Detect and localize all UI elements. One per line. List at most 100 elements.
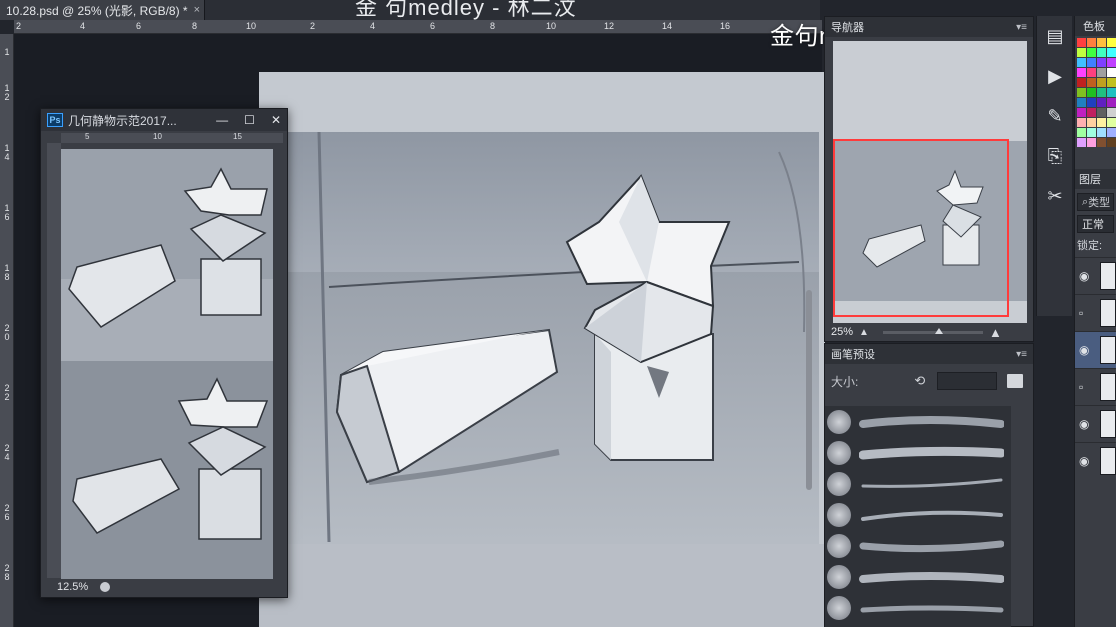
color-swatch[interactable] [1087, 58, 1096, 67]
color-swatch[interactable] [1077, 98, 1086, 107]
color-swatch[interactable] [1087, 88, 1096, 97]
layers-tab[interactable]: 图层 [1075, 169, 1116, 189]
color-swatch[interactable] [1097, 138, 1106, 147]
brush-preset-item[interactable] [825, 406, 1011, 437]
visibility-empty-icon[interactable]: ▫ [1079, 380, 1094, 394]
color-swatch[interactable] [1097, 118, 1106, 127]
layer-filter-input[interactable]: ⌕ 类型 [1077, 193, 1114, 211]
color-swatch[interactable] [1107, 78, 1116, 87]
color-swatch[interactable] [1087, 108, 1096, 117]
reference-window-titlebar[interactable]: Ps 几何静物示范2017... — ☐ ✕ [41, 109, 287, 131]
reset-icon[interactable]: ⟲ [914, 373, 925, 389]
color-swatch[interactable] [1107, 118, 1116, 127]
brush-preset-item[interactable] [825, 561, 1011, 592]
color-swatch[interactable] [1087, 138, 1096, 147]
color-swatch[interactable] [1077, 58, 1086, 67]
layer-row[interactable]: ◉ [1075, 405, 1116, 442]
visibility-empty-icon[interactable]: ▫ [1079, 306, 1094, 320]
color-swatch[interactable] [1107, 98, 1116, 107]
swatches-tab[interactable]: 色板 [1075, 16, 1116, 36]
blend-mode-select[interactable]: 正常 [1077, 215, 1114, 233]
canvas-scrollbar[interactable] [806, 290, 812, 490]
color-swatch[interactable] [1077, 128, 1086, 137]
layer-row[interactable]: ◉ [1075, 257, 1116, 294]
color-swatch[interactable] [1077, 68, 1086, 77]
color-swatch[interactable] [1097, 98, 1106, 107]
brush-tool-icon[interactable]: ✎ [1037, 96, 1073, 136]
color-swatch[interactable] [1107, 88, 1116, 97]
close-icon[interactable]: ✕ [271, 113, 281, 127]
color-swatch[interactable] [1087, 38, 1096, 47]
reference-document-window[interactable]: Ps 几何静物示范2017... — ☐ ✕ 5 10 15 12.5% [40, 108, 288, 598]
layer-row[interactable]: ◉ [1075, 442, 1116, 479]
color-swatch[interactable] [1107, 68, 1116, 77]
ruler-vertical[interactable]: 1 1 2 1 4 1 6 1 8 2 0 2 2 2 4 2 6 2 8 [0, 34, 14, 627]
color-swatch[interactable] [1097, 88, 1106, 97]
brush-preset-item[interactable] [825, 592, 1011, 623]
color-swatch[interactable] [1077, 48, 1086, 57]
zoom-out-icon[interactable]: ▲ [859, 327, 869, 338]
color-swatch[interactable] [1097, 58, 1106, 67]
brush-presets-tab[interactable]: 画笔预设 [831, 346, 875, 362]
reference-zoom-level[interactable]: 12.5% [57, 581, 88, 593]
color-swatch[interactable] [1107, 38, 1116, 47]
eye-icon[interactable]: ◉ [1079, 269, 1094, 283]
color-swatch[interactable] [1097, 128, 1106, 137]
reference-ruler-vertical[interactable] [47, 143, 61, 578]
color-swatch[interactable] [1087, 118, 1096, 127]
document-canvas[interactable] [259, 72, 825, 627]
color-swatch[interactable] [1077, 38, 1086, 47]
zoom-slider-knob[interactable] [934, 327, 943, 334]
layer-row-active[interactable]: ◉ [1075, 331, 1116, 368]
eye-icon[interactable]: ◉ [1079, 343, 1094, 357]
minimize-icon[interactable]: — [216, 113, 228, 127]
color-swatch[interactable] [1097, 68, 1106, 77]
color-swatch[interactable] [1097, 48, 1106, 57]
navigator-zoom-value[interactable]: 25% [831, 326, 853, 338]
color-swatch[interactable] [1107, 48, 1116, 57]
eye-icon[interactable]: ◉ [1079, 417, 1094, 431]
play-icon[interactable]: ▶ [1037, 56, 1073, 96]
layer-row[interactable]: ▫ [1075, 294, 1116, 331]
color-swatch[interactable] [1097, 108, 1106, 117]
swatch-grid[interactable] [1075, 36, 1116, 149]
color-swatch[interactable] [1087, 78, 1096, 87]
color-swatch[interactable] [1077, 138, 1086, 147]
color-swatch[interactable] [1107, 108, 1116, 117]
layer-row[interactable]: ▫ [1075, 368, 1116, 405]
navigator-view-frame[interactable] [833, 139, 1009, 317]
tools-icon[interactable]: ✂ [1037, 176, 1073, 216]
color-swatch[interactable] [1097, 38, 1106, 47]
reference-ruler-horizontal[interactable]: 5 10 15 [61, 132, 283, 143]
brush-presets-header[interactable]: 画笔预设 ▾≡ [825, 344, 1033, 364]
clone-icon[interactable]: ⎘ [1037, 136, 1073, 176]
brush-preset-item[interactable] [825, 499, 1011, 530]
brush-preset-item[interactable] [825, 468, 1011, 499]
color-swatch[interactable] [1077, 108, 1086, 117]
maximize-icon[interactable]: ☐ [244, 113, 255, 127]
color-swatch[interactable] [1087, 48, 1096, 57]
close-tab-icon[interactable]: × [194, 4, 200, 16]
color-swatch[interactable] [1077, 78, 1086, 87]
navigator-tab[interactable]: 导航器 [831, 19, 864, 35]
color-swatch[interactable] [1107, 138, 1116, 147]
eye-icon[interactable]: ◉ [1079, 454, 1094, 468]
brush-preset-list[interactable] [825, 406, 1011, 627]
color-swatch[interactable] [1077, 88, 1086, 97]
color-swatch[interactable] [1087, 68, 1096, 77]
color-swatch[interactable] [1087, 128, 1096, 137]
color-swatch[interactable] [1107, 128, 1116, 137]
status-info-icon[interactable] [100, 582, 111, 592]
zoom-in-icon[interactable]: ▲ [989, 325, 1002, 340]
history-icon[interactable]: ▤ [1037, 16, 1073, 56]
panel-menu-icon[interactable]: ▾≡ [1016, 22, 1027, 33]
color-swatch[interactable] [1097, 78, 1106, 87]
navigator-panel-header[interactable]: 导航器 ▾≡ [825, 17, 1033, 37]
color-swatch[interactable] [1087, 98, 1096, 107]
navigator-thumbnail[interactable] [833, 41, 1027, 323]
color-swatch[interactable] [1077, 118, 1086, 127]
color-swatch[interactable] [1107, 58, 1116, 67]
brush-size-field[interactable] [937, 372, 998, 390]
brush-preset-item[interactable] [825, 530, 1011, 561]
panel-menu-icon[interactable]: ▾≡ [1016, 349, 1027, 360]
